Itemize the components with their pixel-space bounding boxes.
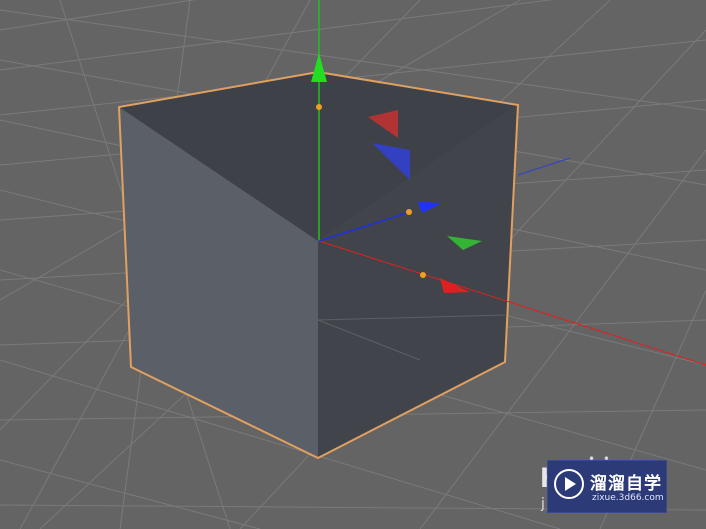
y-scale-dot[interactable] — [316, 104, 322, 110]
watermark-badge: 溜溜自学 zixue.3d66.com — [547, 460, 667, 513]
z-scale-dot[interactable] — [406, 209, 412, 215]
z-axis-ext — [517, 157, 571, 176]
viewport-scene[interactable] — [0, 0, 706, 529]
watermark-partial-sub: j — [541, 496, 545, 512]
y-axis-handle[interactable] — [311, 53, 327, 82]
watermark-title: 溜溜自学 — [590, 474, 662, 494]
3d-viewport[interactable]: h j • • 溜溜自学 zixue.3d66.com — [0, 0, 706, 529]
watermark-url: zixue.3d66.com — [592, 493, 664, 503]
x-scale-dot[interactable] — [420, 272, 426, 278]
play-icon — [554, 469, 584, 499]
